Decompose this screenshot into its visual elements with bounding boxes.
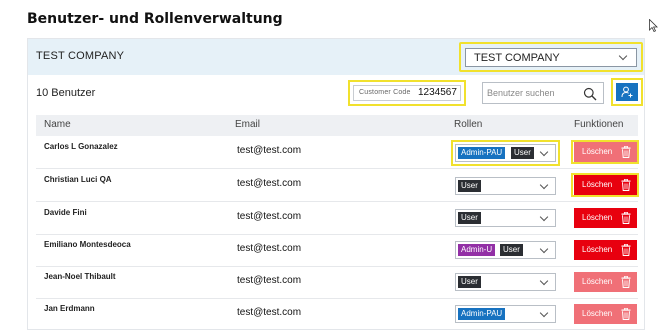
roles-select[interactable]: User: [455, 273, 556, 291]
mouse-cursor-icon: [649, 19, 658, 32]
table-row: Davide Fini test@test.com User Löschen: [36, 203, 638, 235]
user-name: Emiliano Montesdeoca: [44, 240, 131, 249]
delete-label: Löschen: [582, 213, 613, 222]
user-email: test@test.com: [237, 211, 302, 222]
delete-label: Löschen: [582, 147, 613, 156]
table-row: Jan Erdmann test@test.com Admin-PAU Lösc…: [36, 299, 638, 330]
user-count: 10 Benutzer: [36, 87, 96, 99]
trash-icon: [621, 308, 631, 320]
delete-button[interactable]: Löschen: [574, 240, 637, 260]
chevron-down-icon: [539, 276, 549, 286]
role-tag: User: [458, 276, 481, 288]
role-tag: User: [511, 147, 534, 159]
user-search-box: [482, 82, 604, 104]
user-name: Christian Luci QA: [44, 175, 112, 184]
company-name: TEST COMPANY: [36, 50, 125, 62]
customer-code-highlight: Customer Code 1234567: [348, 80, 466, 106]
delete-label: Löschen: [582, 309, 613, 318]
user-search-input[interactable]: [487, 85, 583, 101]
user-email: test@test.com: [237, 243, 302, 254]
delete-button[interactable]: Löschen: [574, 208, 637, 228]
column-header-functions: Funktionen: [574, 119, 624, 130]
trash-icon: [621, 146, 631, 158]
chevron-down-icon: [539, 308, 549, 318]
column-header-roles[interactable]: Rollen: [454, 119, 482, 130]
chevron-down-icon: [618, 51, 628, 61]
customer-code-value: 1234567: [418, 87, 457, 98]
table-row: Emiliano Montesdeoca test@test.com Admin…: [36, 235, 638, 267]
user-email: test@test.com: [237, 307, 302, 318]
search-icon[interactable]: [583, 87, 597, 101]
page-title: Benutzer- und Rollenverwaltung: [27, 11, 283, 27]
company-select-highlight: TEST COMPANY: [459, 42, 643, 72]
role-tag: Admin-PAU: [458, 308, 506, 320]
user-name: Jean-Noel Thibault: [44, 272, 116, 281]
role-tag: Admin-U: [458, 244, 496, 256]
delete-button[interactable]: Löschen: [574, 142, 637, 162]
trash-icon: [621, 212, 631, 224]
table-row: Jean-Noel Thibault test@test.com User Lö…: [36, 267, 638, 299]
add-user-highlight: [611, 78, 643, 106]
user-name: Jan Erdmann: [44, 304, 95, 313]
add-user-button[interactable]: [616, 83, 638, 101]
chevron-down-icon: [539, 147, 549, 157]
user-name: Davide Fini: [44, 208, 87, 217]
table-row: Christian Luci QA test@test.com User Lös…: [36, 170, 639, 202]
trash-icon: [621, 276, 631, 288]
chevron-down-icon: [539, 180, 549, 190]
role-tag: Admin-PAU: [458, 147, 506, 159]
delete-button[interactable]: Löschen: [574, 272, 637, 292]
column-header-email[interactable]: Email: [235, 119, 260, 130]
user-management-card: TEST COMPANY TEST COMPANY 10 Benutzer Cu…: [27, 38, 645, 330]
column-header-name[interactable]: Name: [44, 119, 71, 130]
delete-button[interactable]: Löschen: [574, 304, 637, 324]
user-email: test@test.com: [237, 145, 302, 156]
delete-label: Löschen: [582, 180, 613, 189]
delete-label: Löschen: [582, 277, 613, 286]
customer-code-label: Customer Code: [359, 89, 411, 96]
roles-select[interactable]: Admin-PAU User: [455, 144, 556, 162]
trash-icon: [621, 179, 631, 191]
table-header: Name Email Rollen Funktionen: [36, 115, 638, 136]
company-bar: TEST COMPANY TEST COMPANY: [28, 39, 644, 75]
user-email: test@test.com: [237, 178, 302, 189]
table-row: Carlos L Gonazalez test@test.com Admin-P…: [36, 137, 639, 169]
roles-select[interactable]: User: [455, 177, 556, 195]
company-select[interactable]: TEST COMPANY: [465, 48, 637, 67]
role-tag: User: [500, 244, 523, 256]
roles-select[interactable]: User: [455, 209, 556, 227]
roles-select[interactable]: Admin-U User: [455, 241, 556, 259]
user-email: test@test.com: [237, 275, 302, 286]
delete-label: Löschen: [582, 245, 613, 254]
chevron-down-icon: [539, 244, 549, 254]
chevron-down-icon: [539, 212, 549, 222]
add-user-icon: [621, 86, 633, 98]
delete-button[interactable]: Löschen: [574, 175, 637, 195]
role-tag: User: [458, 212, 481, 224]
customer-code-field: Customer Code 1234567: [353, 85, 461, 101]
trash-icon: [621, 244, 631, 256]
role-tag: User: [458, 180, 481, 192]
company-select-value: TEST COMPANY: [474, 52, 560, 64]
user-name: Carlos L Gonazalez: [44, 142, 118, 151]
roles-select[interactable]: Admin-PAU: [455, 305, 556, 323]
